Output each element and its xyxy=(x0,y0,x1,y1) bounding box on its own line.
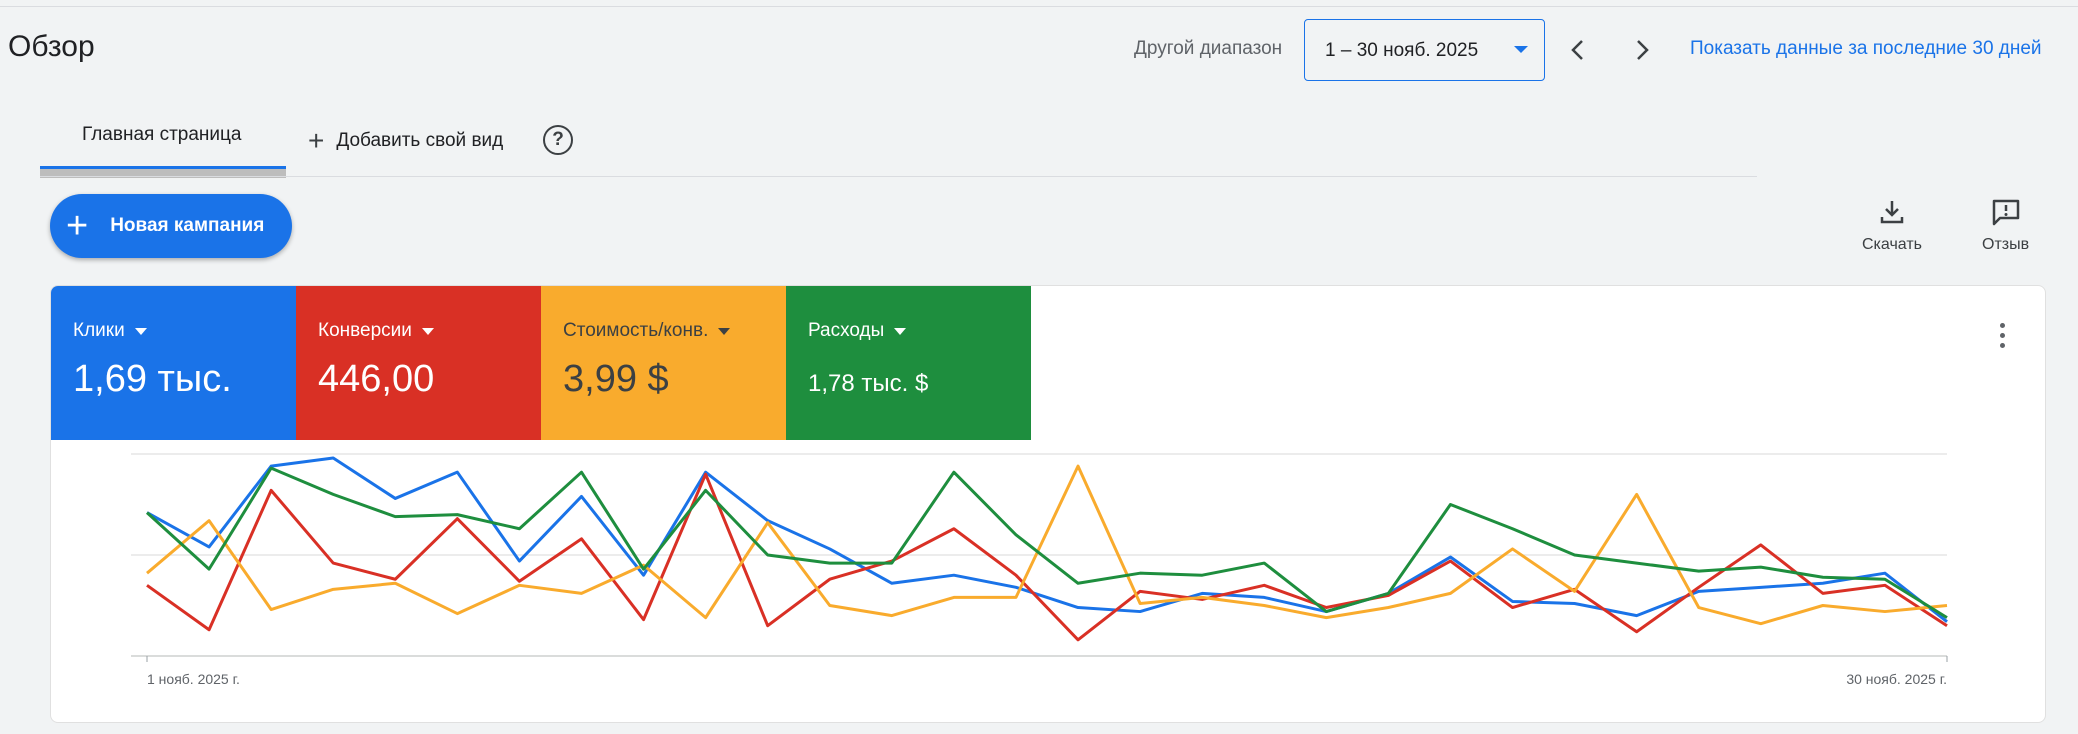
metric-conversions-value: 446,00 xyxy=(318,358,435,400)
feedback-label: Отзыв xyxy=(1982,236,2030,253)
performance-line-chart: 1 нояб. 2025 г. 30 нояб. 2025 г. xyxy=(131,453,1948,687)
feedback-button[interactable]: Отзыв xyxy=(1982,198,2029,254)
tab-home[interactable]: Главная страница xyxy=(40,114,286,178)
plus-icon: + xyxy=(66,205,89,247)
more-options-icon[interactable] xyxy=(1990,320,2014,350)
metric-conversions[interactable]: Конверсии 446,00 xyxy=(296,286,541,440)
metric-conversions-name: Конверсии xyxy=(318,320,434,342)
next-period-button[interactable] xyxy=(1622,30,1662,70)
series-line-1[interactable] xyxy=(146,456,1948,623)
download-icon xyxy=(1880,201,1904,224)
date-range-value: 1 – 30 нояб. 2025 xyxy=(1325,40,1479,61)
dropdown-arrow-icon xyxy=(894,327,907,335)
help-icon[interactable]: ? xyxy=(543,125,573,155)
metric-cost-value: 3,99 $ xyxy=(563,358,669,400)
date-range-select[interactable]: 1 – 30 нояб. 2025 xyxy=(1304,19,1545,81)
new-campaign-label: Новая кампания xyxy=(110,215,265,236)
add-custom-view-button[interactable]: + Добавить свой вид xyxy=(308,127,503,155)
top-divider xyxy=(0,6,2078,7)
metric-spend-value: 1,78 тыс. $ xyxy=(808,370,929,397)
dropdown-arrow-icon xyxy=(421,327,434,335)
metric-spend[interactable]: Расходы 1,78 тыс. $ xyxy=(786,286,1031,440)
add-view-label: Добавить свой вид xyxy=(336,130,504,151)
overview-chart-card: Клики 1,69 тыс. Конверсии 446,00 Стоимос… xyxy=(50,285,2046,723)
tab-home-label: Главная страница xyxy=(82,124,242,145)
new-campaign-button[interactable]: + Новая кампания xyxy=(50,194,292,258)
metric-cost-per-conversion[interactable]: Стоимость/конв. 3,99 $ xyxy=(541,286,786,440)
series-line-2[interactable] xyxy=(146,472,1948,642)
dropdown-arrow-icon xyxy=(718,327,731,335)
download-label: Скачать xyxy=(1862,236,1922,253)
chevron-left-icon xyxy=(1571,40,1583,60)
last-30-days-link[interactable]: Показать данные за последние 30 дней xyxy=(1690,38,2042,60)
metric-cost-name: Стоимость/конв. xyxy=(563,320,731,342)
metric-spend-name: Расходы xyxy=(808,320,907,342)
metric-clicks-name: Клики xyxy=(73,320,147,342)
dropdown-arrow-icon xyxy=(1514,46,1528,53)
date-range-label: Другой диапазон xyxy=(1134,38,1283,59)
plus-icon: + xyxy=(308,125,325,156)
metric-clicks-value: 1,69 тыс. xyxy=(73,358,232,400)
x-axis-end-label: 30 нояб. 2025 г. xyxy=(1846,671,1947,687)
metric-clicks[interactable]: Клики 1,69 тыс. xyxy=(51,286,296,440)
page-title: Обзор xyxy=(8,30,95,63)
feedback-icon xyxy=(1992,199,2019,226)
download-button[interactable]: Скачать xyxy=(1862,198,1922,254)
x-axis-start-label: 1 нояб. 2025 г. xyxy=(147,671,240,687)
previous-period-button[interactable] xyxy=(1558,30,1598,70)
tabs-divider xyxy=(40,176,1757,177)
dropdown-arrow-icon xyxy=(134,327,147,335)
chevron-right-icon xyxy=(1637,40,1649,60)
